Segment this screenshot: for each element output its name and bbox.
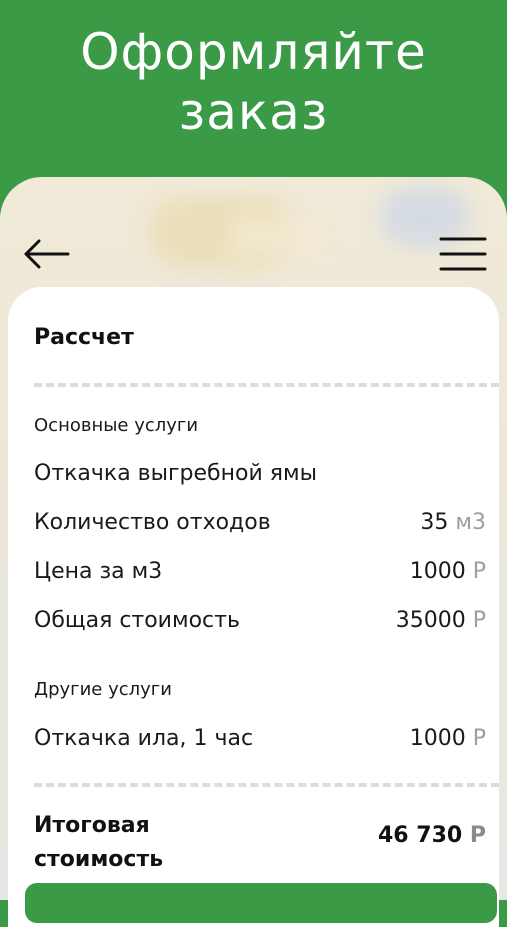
price-per-m3-row: Цена за м3 1000 Р [34, 559, 486, 591]
other-services-heading: Другие услуги [34, 679, 172, 700]
service-name: Откачка выгребной ямы [34, 461, 317, 486]
row-value: 1000 Р [409, 559, 486, 584]
arrow-left-icon [24, 239, 70, 269]
order-button[interactable] [25, 883, 497, 923]
waste-amount-row: Количество отходов 35 м3 [34, 510, 486, 542]
row-label: Откачка ила, 1 час [34, 726, 254, 751]
map-background-road [230, 217, 320, 257]
row-value: 35000 Р [395, 608, 486, 633]
hero-title-line1: Оформляйте [80, 23, 427, 81]
hero-title-line2: заказ [178, 83, 329, 141]
back-button[interactable] [22, 237, 70, 271]
hero-title: Оформляйте заказ [0, 22, 507, 142]
total-label: Итоговая стоимость [34, 813, 164, 872]
service-name-row: Откачка выгребной ямы [34, 461, 486, 493]
sludge-pumping-row: Откачка ила, 1 час 1000 Р [34, 726, 486, 758]
row-label: Общая стоимость [34, 608, 240, 633]
row-value: 35 м3 [420, 510, 486, 535]
total-value: 46 730 Р [378, 823, 486, 848]
hamburger-menu-icon [439, 237, 487, 271]
row-label: Количество отходов [34, 510, 271, 535]
row-value: 1000 Р [409, 726, 486, 751]
row-label: Цена за м3 [34, 559, 163, 584]
divider [34, 383, 499, 387]
calc-title: Рассчет [34, 325, 134, 350]
main-services-heading: Основные услуги [34, 415, 199, 436]
divider [34, 783, 499, 787]
menu-button[interactable] [438, 235, 488, 273]
calculation-sheet: Рассчет Основные услуги Откачка выгребно… [8, 287, 499, 927]
total-cost-row: Общая стоимость 35000 Р [34, 608, 486, 640]
